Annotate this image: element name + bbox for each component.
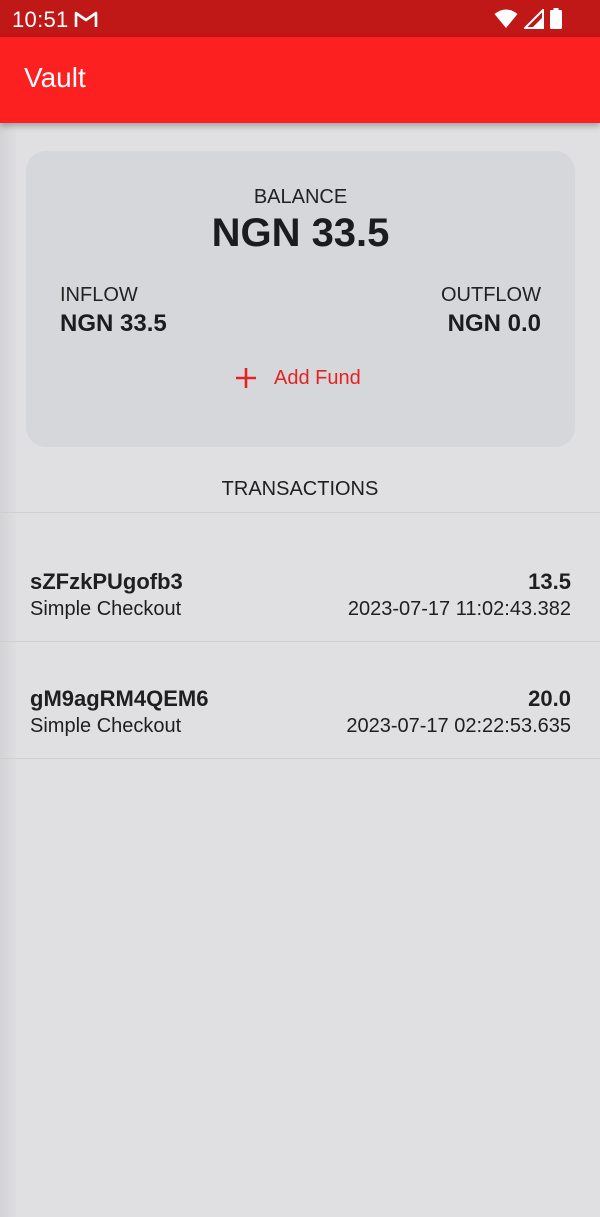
- transaction-id: gM9agRM4QEM6: [30, 686, 209, 711]
- gmail-icon: [74, 11, 98, 27]
- outflow-value: NGN 0.0: [447, 310, 541, 337]
- cell-signal-icon: [524, 8, 544, 29]
- divider: [0, 512, 600, 513]
- transaction-amount: 13.5: [528, 569, 571, 594]
- outflow-label: OUTFLOW: [441, 284, 541, 306]
- transaction-row[interactable]: gM9agRM4QEM6 Simple Checkout 20.0 2023-0…: [0, 642, 600, 758]
- status-bar: 10:51: [0, 0, 600, 37]
- wallet-summary-card: BALANCE NGN 33.5 INFLOW NGN 33.5 OUTFLOW…: [26, 151, 575, 447]
- battery-icon: [550, 8, 562, 29]
- status-time: 10:51: [12, 7, 69, 32]
- transaction-type: Simple Checkout: [30, 715, 182, 737]
- transaction-row[interactable]: sZFzkPUgofb3 Simple Checkout 13.5 2023-0…: [0, 525, 600, 641]
- inflow-label: INFLOW: [60, 284, 138, 306]
- plus-icon: [236, 368, 256, 388]
- transaction-date: 2023-07-17 02:22:53.635: [346, 715, 571, 737]
- wifi-icon: [494, 9, 518, 28]
- transaction-date: 2023-07-17 11:02:43.382: [347, 598, 571, 620]
- add-fund-button[interactable]: Add Fund: [234, 361, 361, 395]
- transactions-header: TRANSACTIONS: [221, 478, 379, 500]
- balance-value: NGN 33.5: [211, 211, 390, 255]
- inflow-value: NGN 33.5: [60, 310, 167, 337]
- divider: [0, 758, 600, 759]
- transaction-id: sZFzkPUgofb3: [30, 569, 183, 594]
- transaction-amount: 20.0: [528, 686, 571, 711]
- status-icons: [494, 8, 562, 29]
- app-title: Vault: [24, 62, 86, 93]
- app-bar: Vault: [0, 37, 600, 123]
- transaction-type: Simple Checkout: [30, 598, 182, 620]
- balance-label: BALANCE: [253, 186, 348, 208]
- add-fund-label: Add Fund: [274, 366, 361, 389]
